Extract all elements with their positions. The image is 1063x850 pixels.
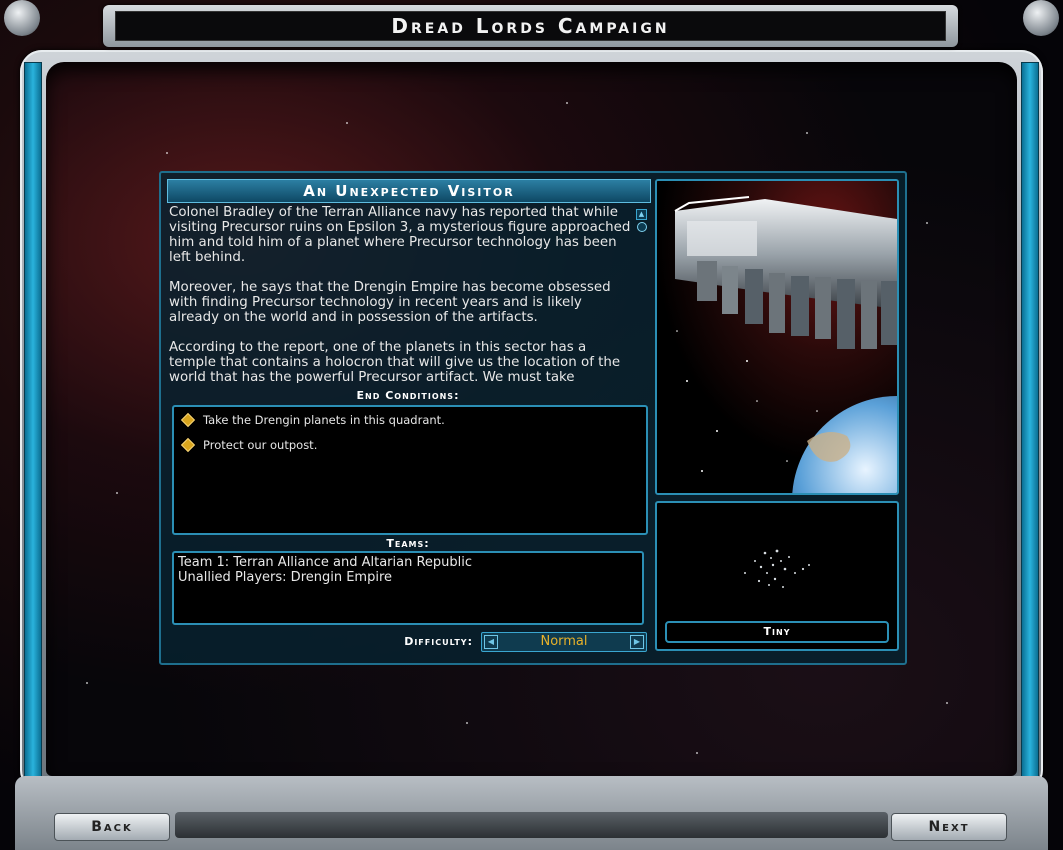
corner-bolt-left: [4, 0, 40, 36]
map-preview: Tiny: [655, 501, 899, 651]
left-rail: [24, 62, 42, 778]
list-item: Protect our outpost.: [180, 437, 318, 453]
diamond-bullet-icon: [180, 412, 196, 428]
map-size-button[interactable]: Tiny: [665, 621, 889, 643]
scroll-up-icon[interactable]: ▲: [636, 209, 647, 220]
team-line: Unallied Players: Drengin Empire: [178, 570, 393, 585]
difficulty-selector[interactable]: ◀ Normal ▶: [481, 632, 647, 652]
window-title: Dread Lords Campaign: [391, 14, 670, 38]
end-conditions-list: Take the Drengin planets in this quadran…: [172, 405, 648, 535]
mission-title: An Unexpected Visitor: [303, 182, 515, 200]
mission-artwork: [657, 181, 897, 493]
condition-text: Protect our outpost.: [203, 438, 318, 452]
end-conditions-label: End Conditions:: [356, 389, 460, 402]
mission-image: [655, 179, 899, 495]
arrow-left-icon[interactable]: ◀: [484, 635, 498, 649]
bottom-slot: [175, 812, 888, 838]
mission-description[interactable]: Colonel Bradley of the Terran Alliance n…: [169, 205, 631, 383]
description-paragraph: According to the report, one of the plan…: [169, 340, 621, 383]
mission-title-header: An Unexpected Visitor: [167, 179, 651, 203]
back-button[interactable]: Back: [54, 813, 170, 841]
mission-briefing-panel: An Unexpected Visitor Colonel Bradley of…: [159, 171, 907, 665]
difficulty-value: Normal: [540, 634, 588, 649]
scroll-thumb-icon[interactable]: [637, 222, 647, 232]
diamond-bullet-icon: [180, 437, 196, 453]
title-bar-inner: Dread Lords Campaign: [115, 11, 946, 41]
team-line: Team 1: Terran Alliance and Altarian Rep…: [178, 555, 473, 570]
right-rail: [1021, 62, 1039, 778]
difficulty-label: Difficulty:: [404, 635, 473, 648]
arrow-right-icon[interactable]: ▶: [630, 635, 644, 649]
list-item: Take the Drengin planets in this quadran…: [180, 412, 445, 428]
teams-label: Teams:: [386, 537, 430, 550]
description-scrollbar[interactable]: ▲: [636, 209, 647, 383]
corner-bolt-right: [1023, 0, 1059, 36]
description-paragraph: Moreover, he says that the Drengin Empir…: [169, 280, 611, 325]
condition-text: Take the Drengin planets in this quadran…: [203, 413, 445, 427]
next-button[interactable]: Next: [891, 813, 1007, 841]
description-paragraph: Colonel Bradley of the Terran Alliance n…: [169, 205, 631, 265]
teams-list: Team 1: Terran Alliance and Altarian Rep…: [172, 551, 644, 625]
title-bar: Dread Lords Campaign: [103, 5, 958, 47]
